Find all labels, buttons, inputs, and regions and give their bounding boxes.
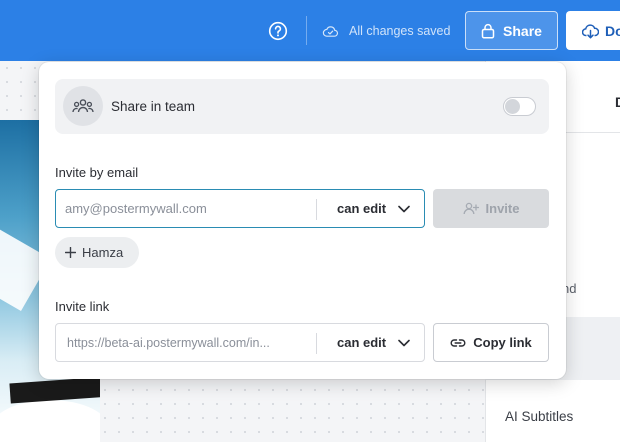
ai-subtitles-label[interactable]: AI Subtitles (505, 409, 573, 424)
link-permission-value: can edit (337, 335, 387, 350)
share-in-team-label: Share in team (111, 99, 196, 114)
share-button-label: Share (503, 22, 542, 39)
email-field[interactable] (65, 201, 305, 216)
add-collaborator-chip[interactable]: Hamza (55, 237, 139, 268)
share-popover: Share in team Invite by email can edit I… (39, 62, 566, 379)
share-button[interactable]: Share (465, 11, 558, 50)
link-permission-select[interactable]: can edit (337, 324, 410, 361)
share-in-team-toggle[interactable] (503, 97, 536, 116)
email-field-divider (316, 199, 317, 220)
toggle-knob (505, 99, 520, 114)
plus-icon (65, 247, 76, 258)
link-icon (450, 338, 466, 347)
copy-link-label: Copy link (473, 335, 532, 350)
download-button-label: Do (605, 22, 620, 39)
lock-icon (481, 23, 495, 39)
copy-link-button[interactable]: Copy link (433, 323, 549, 362)
invite-link-url[interactable]: https://beta-ai.postermywall.com/in... (67, 336, 303, 350)
email-permission-select[interactable]: can edit (337, 190, 410, 227)
email-permission-value: can edit (337, 201, 387, 216)
save-status-text: All changes saved (349, 24, 451, 38)
poster-cloud (0, 400, 100, 442)
link-field-divider (316, 333, 317, 354)
chevron-down-icon (398, 339, 410, 346)
cloud-check-icon (322, 25, 339, 37)
email-field-group: can edit (55, 189, 425, 228)
share-in-team-row: Share in team (55, 79, 549, 134)
chip-label: Hamza (82, 245, 124, 260)
help-circle-icon[interactable] (268, 21, 288, 41)
invite-button[interactable]: Invite (433, 189, 549, 228)
invite-link-field[interactable]: https://beta-ai.postermywall.com/in... c… (55, 323, 425, 362)
save-status: All changes saved (322, 21, 450, 41)
team-avatar (63, 86, 103, 126)
poster-stripe (9, 376, 100, 404)
invite-link-label: Invite link (55, 299, 110, 314)
chevron-down-icon (398, 205, 410, 212)
invite-by-email-label: Invite by email (55, 165, 139, 180)
users-group-icon (72, 99, 94, 113)
top-bar: All changes saved Share Do (0, 0, 620, 61)
cloud-download-icon (582, 23, 599, 38)
add-user-icon (463, 202, 479, 215)
invite-button-label: Invite (485, 201, 520, 216)
topbar-divider (306, 16, 307, 45)
panel-heading-fragment: D (615, 94, 620, 110)
download-button[interactable]: Do (566, 11, 620, 50)
